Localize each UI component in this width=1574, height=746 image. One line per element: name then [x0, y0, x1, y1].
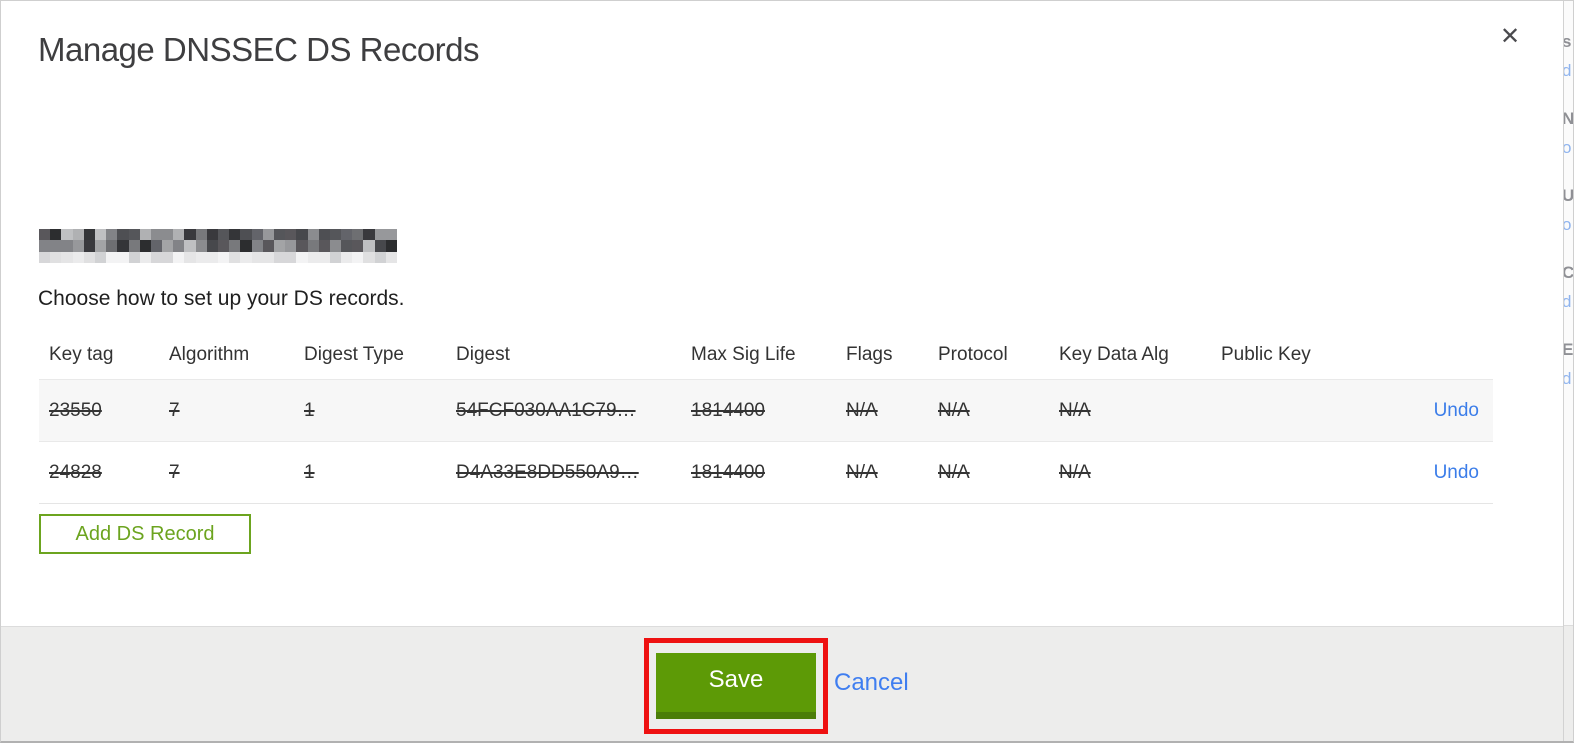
annotation-highlight-box: Save	[644, 638, 828, 734]
background-text-fragment: E	[1564, 341, 1573, 358]
background-text-fragment: d	[1564, 370, 1571, 387]
undo-link[interactable]: Undo	[1389, 400, 1493, 422]
column-header-flags: Flags	[846, 344, 893, 365]
background-text-fragment: d	[1564, 293, 1571, 310]
description-text: Choose how to set up your DS records.	[38, 287, 405, 310]
cancel-link[interactable]: Cancel	[834, 669, 909, 697]
cell-key-data-alg: N/A	[1059, 399, 1091, 421]
table-row: 23550 7 1 54FCF030AA1C79… 1814400 N/A N/…	[39, 379, 1493, 441]
modal-footer: Save Cancel	[1, 626, 1563, 743]
column-header-protocol: Protocol	[938, 344, 1008, 365]
undo-link[interactable]: Undo	[1389, 462, 1493, 484]
cell-digest-type: 1	[304, 399, 315, 421]
background-page-strip: sdNoUoCdEd	[1563, 1, 1573, 743]
cell-max-sig-life: 1814400	[691, 399, 765, 421]
column-header-key-data-alg: Key Data Alg	[1059, 344, 1169, 365]
cell-digest: D4A33E8DD550A9…	[456, 461, 639, 483]
cell-max-sig-life: 1814400	[691, 461, 765, 483]
cell-protocol: N/A	[938, 461, 970, 483]
close-icon[interactable]: ✕	[1500, 25, 1520, 49]
background-page-strip-footer	[1564, 625, 1573, 743]
background-text-fragment: o	[1564, 139, 1571, 156]
ds-records-table: Key tag Algorithm Digest Type Digest Max…	[39, 331, 1493, 504]
redacted-domain-name	[39, 229, 397, 263]
background-text-fragment: o	[1564, 216, 1571, 233]
cell-protocol: N/A	[938, 399, 970, 421]
cell-algorithm: 7	[169, 399, 180, 421]
table-header-row: Key tag Algorithm Digest Type Digest Max…	[39, 331, 1493, 379]
background-text-fragment: s	[1564, 33, 1571, 50]
cell-algorithm: 7	[169, 461, 180, 483]
add-ds-record-button[interactable]: Add DS Record	[39, 514, 251, 554]
background-text-fragment: d	[1564, 62, 1571, 79]
cell-flags: N/A	[846, 399, 878, 421]
manage-dnssec-modal: Manage DNSSEC DS Records ✕ Choose how to…	[1, 1, 1563, 743]
column-header-digest: Digest	[456, 344, 510, 365]
cell-key-data-alg: N/A	[1059, 461, 1091, 483]
cell-flags: N/A	[846, 461, 878, 483]
cell-digest: 54FCF030AA1C79…	[456, 399, 636, 421]
cell-key-tag: 23550	[49, 399, 102, 421]
column-header-digest-type: Digest Type	[304, 344, 404, 365]
background-text-fragment: C	[1564, 264, 1573, 281]
save-button[interactable]: Save	[656, 653, 816, 719]
column-header-max-sig-life: Max Sig Life	[691, 344, 796, 365]
table-row: 24828 7 1 D4A33E8DD550A9… 1814400 N/A N/…	[39, 441, 1493, 504]
column-header-key-tag: Key tag	[49, 344, 114, 365]
cell-digest-type: 1	[304, 461, 315, 483]
page-title: Manage DNSSEC DS Records	[38, 31, 480, 68]
column-header-algorithm: Algorithm	[169, 344, 250, 365]
background-text-fragment: N	[1564, 110, 1573, 127]
column-header-public-key: Public Key	[1221, 344, 1311, 365]
cell-key-tag: 24828	[49, 461, 102, 483]
background-text-fragment: U	[1564, 187, 1573, 204]
